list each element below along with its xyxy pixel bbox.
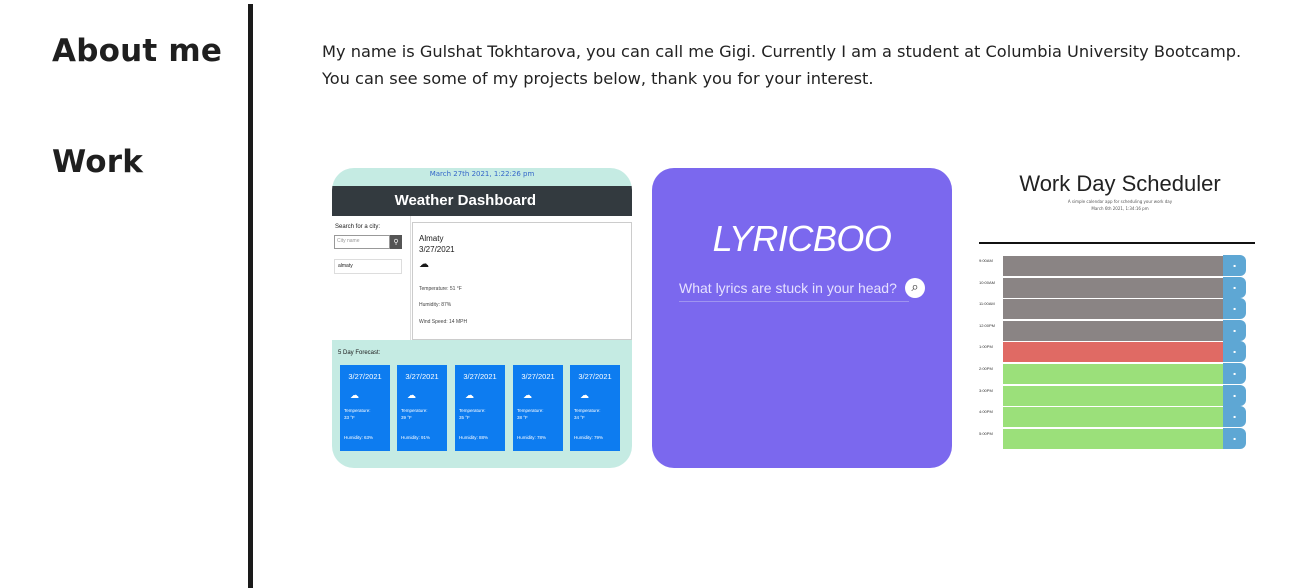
forecast-humidity: Humidity: 79% <box>574 435 604 440</box>
scheduler-block <box>1003 255 1223 276</box>
scheduler-block <box>1003 384 1223 406</box>
scheduler-time: 11:00AM <box>979 301 995 307</box>
scheduler-block <box>1003 363 1223 384</box>
scheduler-block <box>1003 427 1223 449</box>
scheduler-block <box>1003 406 1223 428</box>
forecast-humidity: Humidity: 91% <box>401 435 431 440</box>
forecast-date: 3/27/2021 <box>463 372 497 381</box>
cloud-icon: ☁ <box>523 390 532 400</box>
scheduler-title: Work Day Scheduler <box>1019 171 1221 196</box>
scheduler-subtitle: A simple calendar app for scheduling you… <box>1067 199 1173 204</box>
forecast-temp: Temperature: 35 °F <box>459 408 486 420</box>
scheduler-time: 1:00PM <box>979 344 993 350</box>
save-icon: ▪ <box>1223 341 1246 363</box>
lyric-search-input: What lyrics are stuck in your head? <box>679 275 909 302</box>
scheduler-time: 10:00AM <box>979 279 996 285</box>
forecast-card: 3/27/2021 ☁ Temperature: 34 °F Humidity: 79% <box>570 365 620 451</box>
forecast-date: 3/27/2021 <box>521 372 555 381</box>
weather-history-item: almaty <box>334 259 402 274</box>
forecast-temp: Temperature: 38 °F <box>517 408 544 420</box>
weather-city-name: Almaty <box>419 234 444 243</box>
forecast-humidity: Humidity: 78% <box>517 435 547 440</box>
save-icon: ▪ <box>1223 255 1246 276</box>
cloud-icon: ☁ <box>407 390 416 400</box>
forecast-humidity: Humidity: 88% <box>459 435 489 440</box>
sidebar: About me Work <box>0 0 249 588</box>
scheduler-block <box>1003 341 1223 363</box>
scheduler-time: 2:00PM <box>979 366 993 371</box>
weather-forecast: 5 Day Forecast: 3/27/2021 ☁ Temperature: 33… <box>332 340 632 468</box>
weather-current: Almaty 3/27/2021 ☁ Temperature: 51 °F Hu… <box>412 222 632 340</box>
cloud-icon: ☁ <box>465 390 474 400</box>
sidebar-divider <box>248 4 253 588</box>
nav-work[interactable]: Work <box>52 144 143 180</box>
lyric-logo: LYRICBOO <box>712 218 892 259</box>
scheduler-time: 9:00AM <box>979 258 993 263</box>
intro-line-1: My name is Gulshat Tokhtarova, you can c… <box>322 42 1242 61</box>
scheduler-block <box>1003 298 1223 320</box>
weather-temperature: Temperature: 51 °F <box>419 286 462 292</box>
weather-search-panel: Search for a city: City name ⚲ almaty <box>332 216 411 340</box>
scheduler-time: 4:00PM <box>979 409 993 415</box>
forecast-temp: Temperature: 33 °F <box>344 408 371 420</box>
search-icon: ⚲ <box>390 235 402 249</box>
scheduler-rule <box>979 242 1255 244</box>
cloud-icon: ☁ <box>350 390 359 400</box>
intro-line-2: You can see some of my projects below, t… <box>322 69 874 88</box>
forecast-card: 3/27/2021 ☁ Temperature: 38 °F Humidity: 78% <box>513 365 563 451</box>
scheduler-time: 3:00PM <box>979 387 993 393</box>
weather-city-date: 3/27/2021 <box>419 245 455 254</box>
forecast-card: 3/27/2021 ☁ Temperature: 33 °F Humidity: 63% <box>340 365 390 451</box>
save-icon: ▪ <box>1223 298 1246 320</box>
save-icon: ▪ <box>1223 406 1246 428</box>
forecast-date: 3/27/2021 <box>348 372 382 381</box>
forecast-card: 3/27/2021 ☁ Temperature: 35 °F Humidity: 88% <box>455 365 505 451</box>
forecast-date: 3/27/2021 <box>405 372 439 381</box>
weather-title: Weather Dashboard <box>332 186 632 216</box>
weather-wind: Wind Speed: 14 MPH <box>419 319 468 325</box>
scheduler-date: March 6th 2021, 1:34:16 pm <box>1091 206 1149 211</box>
save-icon: ▪ <box>1223 276 1246 298</box>
save-icon: ▪ <box>1223 319 1246 341</box>
weather-humidity: Humidity: 87% <box>419 302 452 308</box>
weather-city: Almaty 3/27/2021 <box>419 233 455 255</box>
project-work-day-scheduler[interactable]: Work Day Scheduler A simple calendar app… <box>972 168 1272 468</box>
scheduler-block <box>1003 319 1223 341</box>
weather-search-input: City name <box>334 235 390 249</box>
scheduler-time: 5:00PM <box>979 430 993 436</box>
save-icon: ▪ <box>1223 384 1246 406</box>
forecast-humidity: Humidity: 63% <box>344 435 374 440</box>
magnifier-icon: ⌕ <box>905 278 925 298</box>
project-lyricboo[interactable]: LYRICBOO What lyrics are stuck in your h… <box>652 168 952 468</box>
cloud-icon: ☁ <box>580 390 589 400</box>
scheduler-block <box>1003 276 1223 298</box>
forecast-date: 3/27/2021 <box>578 372 612 381</box>
weather-search-label: Search for a city: <box>335 224 381 230</box>
forecast-title: 5 Day Forecast: <box>338 350 381 356</box>
cloud-icon: ☁ <box>419 259 429 270</box>
forecast-temp: Temperature: 34 °F <box>574 408 601 420</box>
project-weather-dashboard[interactable]: March 27th 2021, 1:22:26 pm Weather Dash… <box>332 168 632 468</box>
save-icon: ▪ <box>1223 363 1246 384</box>
nav-about-me[interactable]: About me <box>52 33 222 69</box>
intro-text: My name is Gulshat Tokhtarova, you can c… <box>322 38 1292 92</box>
weather-date: March 27th 2021, 1:22:26 pm <box>332 168 632 186</box>
scheduler-time: 12:00PM <box>979 322 996 328</box>
save-icon: ▪ <box>1223 427 1246 449</box>
forecast-temp: Temperature: 39 °F <box>401 408 428 420</box>
forecast-card: 3/27/2021 ☁ Temperature: 39 °F Humidity: 91% <box>397 365 447 451</box>
